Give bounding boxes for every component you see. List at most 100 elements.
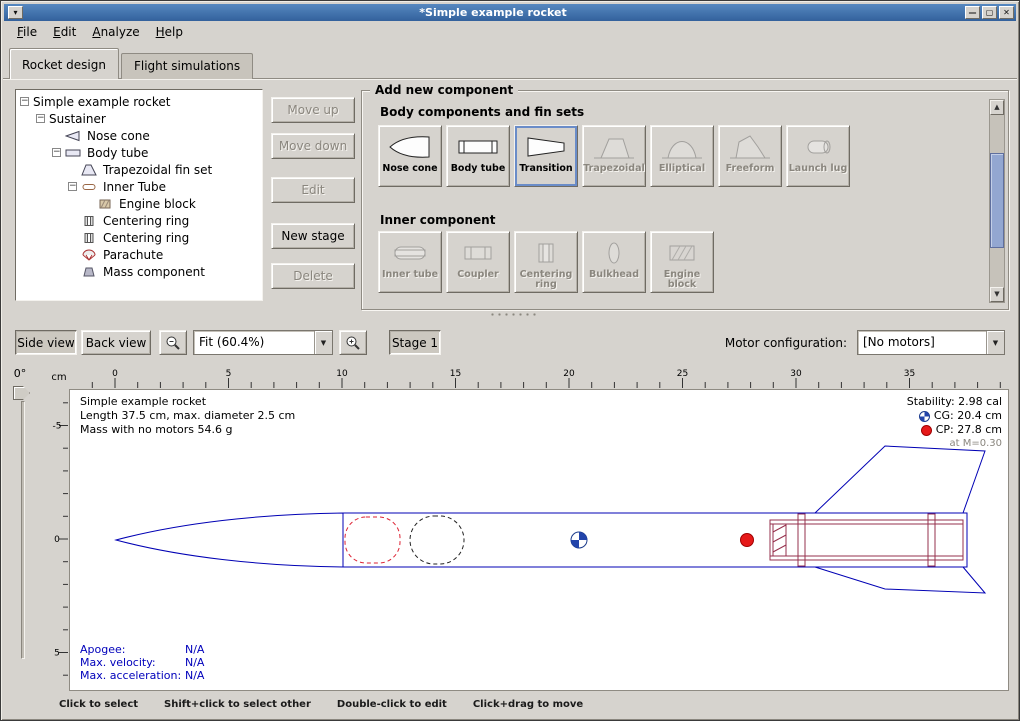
centering-ring-shape[interactable] xyxy=(798,514,805,566)
parachute-shape[interactable] xyxy=(345,517,400,563)
inner-component-section-title: Inner component xyxy=(380,213,495,227)
rotation-slider-handle[interactable] xyxy=(13,386,30,400)
rotation-slider-track[interactable] xyxy=(21,401,25,659)
cp-legend-icon xyxy=(921,425,932,436)
motor-configuration-select[interactable]: [No motors] ▼ xyxy=(857,330,1005,355)
apogee-value: N/A xyxy=(185,643,204,656)
stage-1-toggle[interactable]: Stage 1 xyxy=(389,330,441,355)
zoom-in-button[interactable] xyxy=(339,330,367,355)
zoom-out-button[interactable] xyxy=(159,330,187,355)
zoom-in-icon xyxy=(345,335,361,351)
body-tube-shape[interactable] xyxy=(343,513,967,567)
delete-button: Delete xyxy=(271,263,355,289)
engine-block-icon xyxy=(660,238,704,268)
tree-item-parachute[interactable]: Parachute xyxy=(18,246,260,263)
openrocket-window: ▾ *Simple example rocket — ▢ ✕ File Edit… xyxy=(0,0,1020,721)
edit-button: Edit xyxy=(271,177,355,203)
tab-rocket-design[interactable]: Rocket design xyxy=(9,48,119,79)
component-button-transition[interactable]: Transition xyxy=(514,125,578,187)
hint-shift-click: Shift+click to select other xyxy=(164,699,311,710)
hint-click-select: Click to select xyxy=(59,699,138,710)
add-new-component-group: Add new component Body components and fi… xyxy=(361,90,1009,310)
collapse-toggle-icon[interactable]: − xyxy=(68,182,77,191)
svg-text:5: 5 xyxy=(54,649,60,659)
component-button-inner-tube: Inner tube xyxy=(378,231,442,293)
minimize-button[interactable]: — xyxy=(965,6,980,19)
cp-marker xyxy=(741,534,754,547)
svg-text:10: 10 xyxy=(336,369,348,379)
vertical-ruler-svg: -505 xyxy=(49,389,69,691)
close-button[interactable]: ✕ xyxy=(999,6,1014,19)
zoom-level-select[interactable]: Fit (60.4%) ▼ xyxy=(193,330,333,355)
component-button-freeform: Freeform xyxy=(718,125,782,187)
tree-item-sustainer[interactable]: − Sustainer xyxy=(18,110,260,127)
engine-block-icon xyxy=(97,198,116,210)
titlebar: ▾ *Simple example rocket — ▢ ✕ xyxy=(4,4,1016,21)
menu-help[interactable]: Help xyxy=(148,23,191,42)
mass-component-shape[interactable] xyxy=(410,516,464,564)
fin-bottom-shape[interactable] xyxy=(815,567,985,593)
collapse-toggle-icon[interactable]: − xyxy=(36,114,45,123)
chevron-down-icon[interactable]: ▼ xyxy=(986,331,1004,354)
body-tube-icon xyxy=(456,132,500,162)
rocket-drawing-area[interactable]: Simple example rocket Length 37.5 cm, ma… xyxy=(69,389,1009,691)
component-button-elliptical: Elliptical xyxy=(650,125,714,187)
tree-item-body-tube[interactable]: − Body tube xyxy=(18,144,260,161)
menu-file[interactable]: File xyxy=(9,23,45,42)
component-tree[interactable]: − Simple example rocket − Sustainer Nose… xyxy=(15,89,263,301)
side-view-button[interactable]: Side view xyxy=(15,330,77,355)
tree-item-inner-tube[interactable]: − Inner Tube xyxy=(18,178,260,195)
svg-text:25: 25 xyxy=(677,369,688,379)
engine-block-shape[interactable] xyxy=(773,524,786,556)
freeform-fin-icon xyxy=(728,132,772,162)
new-stage-button[interactable]: New stage xyxy=(271,223,355,249)
palette-scrollbar[interactable]: ▲ ▼ xyxy=(989,99,1005,303)
elliptical-fin-icon xyxy=(660,132,704,162)
menubar: File Edit Analyze Help xyxy=(4,22,1016,43)
chevron-down-icon[interactable]: ▼ xyxy=(314,331,332,354)
parachute-icon xyxy=(81,249,100,261)
splitter-handle[interactable] xyxy=(489,312,537,317)
flight-data: Apogee:N/A Max. velocity:N/A Max. accele… xyxy=(80,643,204,682)
tree-item-trapezoidal-fin-set[interactable]: Trapezoidal fin set xyxy=(18,161,260,178)
component-button-engine-block: Engine block xyxy=(650,231,714,293)
component-button-trapezoidal: Trapezoidal xyxy=(582,125,646,187)
collapse-toggle-icon[interactable]: − xyxy=(20,97,29,106)
max-velocity-value: N/A xyxy=(185,656,204,669)
inner-components-row: Inner tube Coupler Centering ring Bulkhe… xyxy=(378,231,714,293)
bulkhead-icon xyxy=(592,238,636,268)
move-up-button: Move up xyxy=(271,97,355,123)
centering-ring-shape[interactable] xyxy=(928,514,935,566)
rotation-angle-label: 0° xyxy=(7,367,33,380)
menu-edit[interactable]: Edit xyxy=(45,23,84,42)
tab-flight-simulations[interactable]: Flight simulations xyxy=(121,53,253,79)
nose-cone-shape[interactable] xyxy=(116,513,343,567)
tree-item-rocket[interactable]: − Simple example rocket xyxy=(18,93,260,110)
scrollbar-thumb[interactable] xyxy=(990,153,1004,248)
inner-tube-icon xyxy=(81,181,100,193)
tree-item-nose-cone[interactable]: Nose cone xyxy=(18,127,260,144)
back-view-button[interactable]: Back view xyxy=(81,330,151,355)
component-button-nose-cone[interactable]: Nose cone xyxy=(378,125,442,187)
menu-analyze[interactable]: Analyze xyxy=(84,23,147,42)
coupler-icon xyxy=(456,238,500,268)
scroll-up-icon[interactable]: ▲ xyxy=(990,100,1004,115)
window-menu-icon[interactable]: ▾ xyxy=(8,6,23,19)
maximize-button[interactable]: ▢ xyxy=(982,6,997,19)
window-title: *Simple example rocket xyxy=(23,6,963,19)
cg-value: CG: 20.4 cm xyxy=(934,409,1002,423)
scroll-down-icon[interactable]: ▼ xyxy=(990,287,1004,302)
svg-text:5: 5 xyxy=(226,369,232,379)
tree-item-mass-component[interactable]: Mass component xyxy=(18,263,260,280)
collapse-toggle-icon[interactable]: − xyxy=(52,148,61,157)
fin-set-icon xyxy=(81,164,100,176)
fin-top-shape[interactable] xyxy=(815,446,985,513)
tree-item-engine-block[interactable]: Engine block xyxy=(18,195,260,212)
inner-tube-shape[interactable] xyxy=(770,520,963,560)
tree-item-centering-ring-1[interactable]: Centering ring xyxy=(18,212,260,229)
tree-item-centering-ring-2[interactable]: Centering ring xyxy=(18,229,260,246)
svg-text:30: 30 xyxy=(790,369,802,379)
component-button-body-tube[interactable]: Body tube xyxy=(446,125,510,187)
rocket-mass: Mass with no motors 54.6 g xyxy=(80,423,295,437)
ruler-unit-label: cm xyxy=(49,366,69,389)
